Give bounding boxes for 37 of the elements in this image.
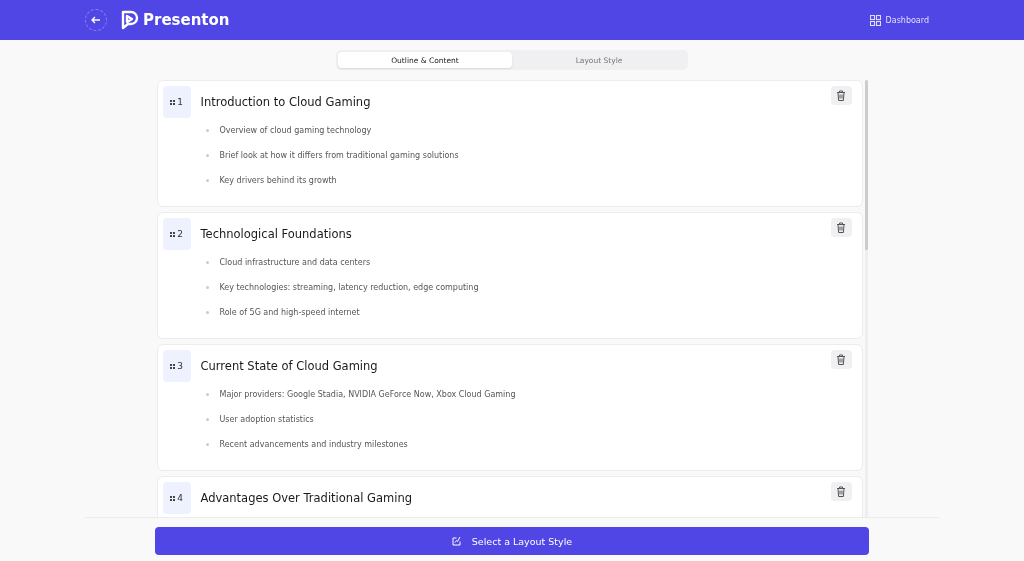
bullet-text[interactable]: Role of 5G and high-speed internet [219,307,360,317]
drag-handle-icon [170,495,176,501]
bullet-text[interactable]: Key technologies: streaming, latency reduction, edge computing [219,282,479,292]
slide-number[interactable]: 4 [162,482,191,514]
slide-title[interactable]: Advantages Over Traditional Gaming [200,491,821,505]
slide-title[interactable]: Introduction to Cloud Gaming [200,95,821,109]
back-arrow-icon [90,14,102,26]
scrollbar-thumb[interactable] [864,80,868,250]
bullet-text[interactable]: Major providers: Google Stadia, NVIDIA GeForce Now, Xbox Cloud Gaming [219,389,516,399]
delete-button[interactable] [830,482,852,501]
bullet-text[interactable]: User adoption statistics [219,414,314,424]
delete-button[interactable] [830,86,852,105]
bullet-text[interactable]: Brief look at how it differs from traditional gaming solutions [219,150,459,160]
bullet-text[interactable]: Cloud infrastructure and data centers [219,257,371,267]
edit-icon [451,536,462,546]
bullet-text[interactable]: Key drivers behind its growth [219,175,337,185]
slide-number[interactable]: 1 [162,86,191,118]
trash-icon [836,222,846,233]
trash-icon [836,486,846,497]
logo-icon [121,10,139,30]
drag-handle-icon [170,363,176,369]
bullet-text[interactable]: Recent advancements and industry milestones [219,439,408,449]
slide-title[interactable]: Current State of Cloud Gaming [200,359,821,373]
slide-title[interactable]: Technological Foundations [200,227,821,241]
trash-icon [836,354,846,365]
delete-button[interactable] [830,350,852,369]
delete-button[interactable] [830,218,852,237]
brand-name: Presenton [143,11,230,29]
dashboard-link[interactable]: Dashboard [869,14,929,26]
drag-handle-icon [170,231,176,237]
slide-number[interactable]: 2 [162,218,191,250]
bullet-text[interactable]: Overview of cloud gaming technology [219,125,372,135]
trash-icon [836,90,846,101]
slide-number[interactable]: 3 [162,350,191,382]
select-layout-button[interactable]: Select a Layout Style [155,527,869,555]
drag-handle-icon [170,99,176,105]
grid-icon [869,14,881,26]
